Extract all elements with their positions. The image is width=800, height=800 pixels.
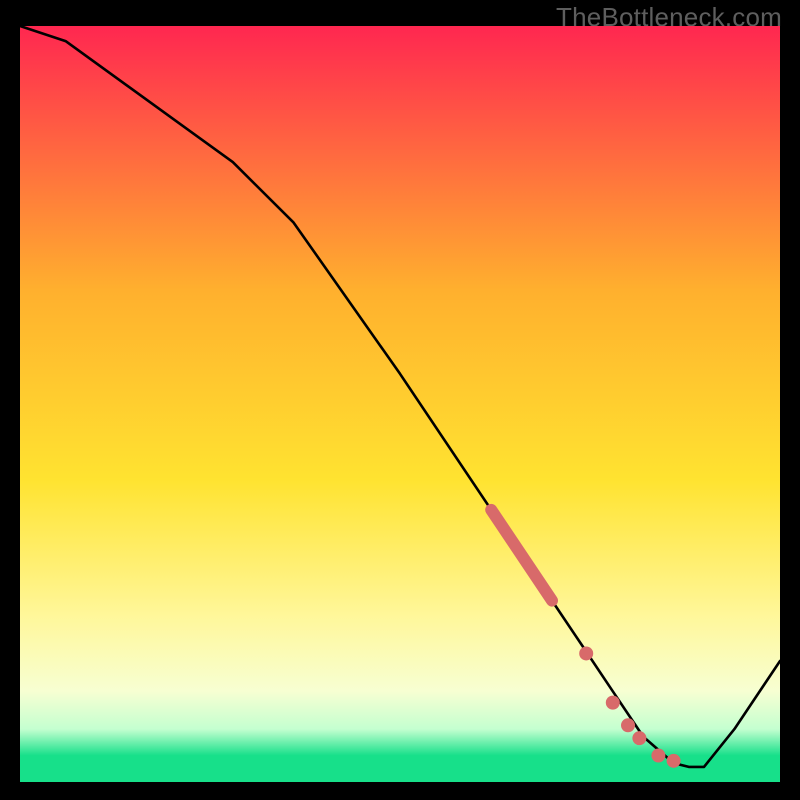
gradient-background [20,26,780,782]
chart-svg [20,26,780,782]
marker-dot-5 [651,749,665,763]
marker-dot-1 [579,646,593,660]
plot-area [20,26,780,782]
marker-dot-4 [632,731,646,745]
marker-dot-2 [606,696,620,710]
chart-container: { "watermark": "TheBottleneck.com", "col… [0,0,800,800]
marker-dot-3 [621,718,635,732]
marker-dot-6 [667,754,681,768]
